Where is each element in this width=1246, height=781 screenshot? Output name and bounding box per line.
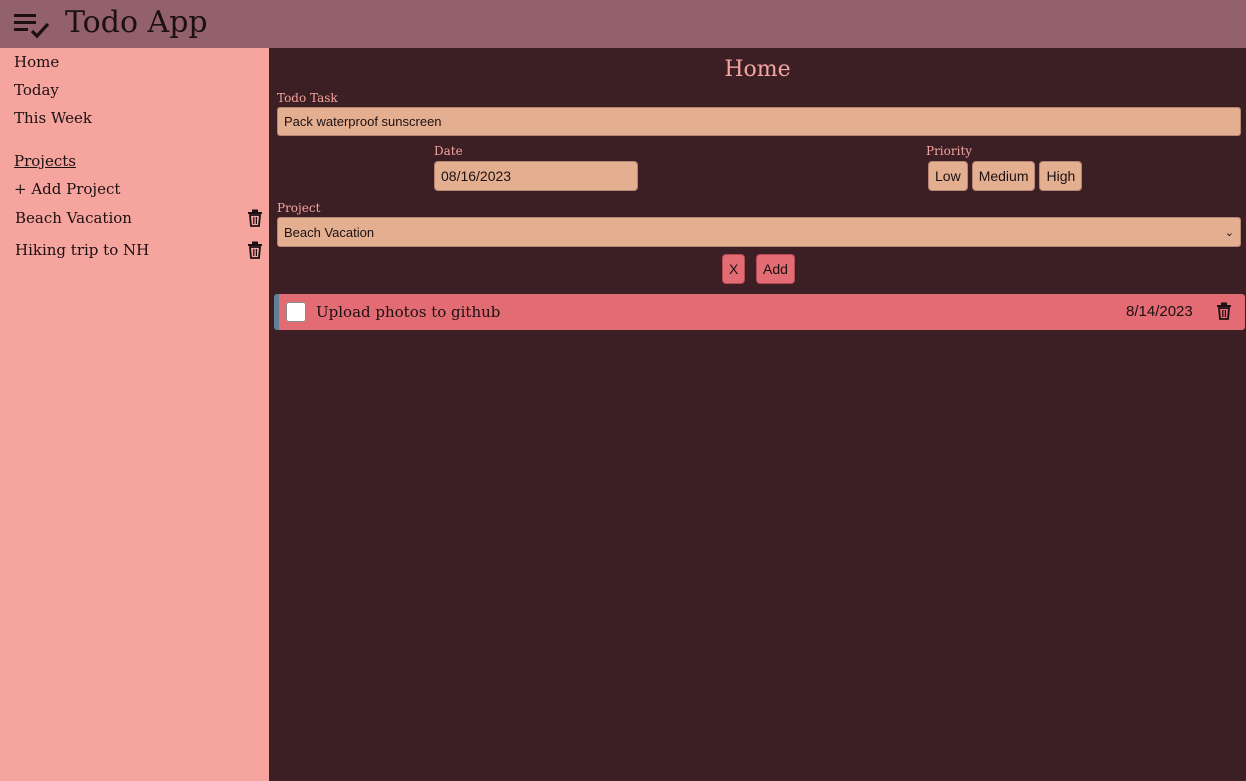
add-todo-button[interactable]: Add [756, 254, 795, 284]
project-select[interactable]: Beach Vacation ⌄ [277, 217, 1241, 247]
date-input[interactable] [434, 161, 638, 191]
trash-icon[interactable] [247, 241, 263, 259]
sidebar-project-hiking-trip[interactable]: Hiking trip to NH [15, 238, 263, 262]
sidebar-item-today[interactable]: Today [14, 80, 59, 100]
sidebar: Home Today This Week Projects + Add Proj… [0, 48, 269, 781]
priority-label: Priority [926, 144, 973, 158]
chevron-down-icon: ⌄ [1224, 226, 1234, 239]
app-header: Todo App [0, 0, 1246, 48]
priority-medium-button[interactable]: Medium [971, 161, 1036, 191]
todo-date: 8/14/2023 [1126, 303, 1193, 320]
project-label: Project [277, 201, 321, 215]
checklist-icon [14, 14, 50, 39]
project-label: Hiking trip to NH [15, 241, 150, 259]
todo-item[interactable]: Upload photos to github 8/14/2023 [274, 294, 1245, 330]
todo-task-input[interactable] [277, 107, 1241, 136]
date-label: Date [434, 144, 463, 158]
sidebar-item-this-week[interactable]: This Week [14, 108, 92, 128]
priority-low-button[interactable]: Low [928, 161, 968, 191]
sidebar-item-home[interactable]: Home [14, 52, 59, 72]
projects-heading: Projects [14, 152, 76, 170]
priority-high-button[interactable]: High [1039, 161, 1083, 191]
trash-icon[interactable] [247, 209, 263, 227]
project-label: Beach Vacation [15, 209, 132, 227]
todo-title: Upload photos to github [316, 303, 501, 321]
task-label: Todo Task [277, 91, 338, 105]
main-content: Home Todo Task Date Priority Low Medium … [269, 48, 1246, 781]
page-title: Home [724, 57, 791, 82]
cancel-button[interactable]: X [722, 254, 746, 284]
priority-group: Low Medium High [928, 161, 1083, 191]
sidebar-project-beach-vacation[interactable]: Beach Vacation [15, 206, 263, 230]
add-project-button[interactable]: + Add Project [14, 179, 120, 199]
app-title: Todo App [65, 5, 208, 40]
trash-icon[interactable] [1216, 302, 1232, 320]
project-select-value: Beach Vacation [284, 224, 375, 240]
todo-checkbox[interactable] [286, 302, 306, 322]
